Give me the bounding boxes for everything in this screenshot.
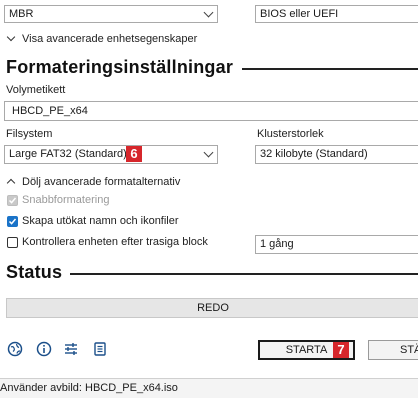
callout-badge-7: 7 xyxy=(333,342,349,358)
extended-label-checkbox[interactable] xyxy=(7,216,18,227)
filesystem-caption: Filsystem xyxy=(6,128,53,140)
partition-scheme-value: MBR xyxy=(9,8,34,20)
status-bar-text: Använder avbild: HBCD_PE_x64.iso xyxy=(0,382,178,394)
target-system-value: BIOS eller UEFI xyxy=(260,8,339,20)
status-bar: Använder avbild: HBCD_PE_x64.iso xyxy=(0,378,418,398)
log-icon[interactable] xyxy=(92,341,108,357)
progress-text: REDO xyxy=(197,302,229,314)
section-divider xyxy=(242,68,418,70)
check-bad-blocks-label: Kontrollera enheten efter trasiga block xyxy=(22,236,208,248)
cluster-size-select[interactable]: 32 kilobyte (Standard) xyxy=(255,145,418,164)
chevron-down-icon xyxy=(203,7,214,18)
passes-select[interactable]: 1 gång xyxy=(255,235,418,254)
chevron-down-icon xyxy=(203,147,214,158)
chevron-down-icon xyxy=(6,32,16,42)
hide-advanced-format-label: Dölj avancerade formatalternativ xyxy=(22,176,181,188)
close-button-label: STÄ xyxy=(400,344,418,356)
show-advanced-device-toggle[interactable]: Visa avancerade enhetsegenskaper xyxy=(6,32,198,45)
check-icon xyxy=(8,218,17,225)
settings-sliders-icon[interactable] xyxy=(63,341,79,357)
quick-format-label: Snabbformatering xyxy=(22,194,110,206)
info-icon[interactable] xyxy=(36,341,52,357)
progress-bar: REDO xyxy=(6,298,418,318)
callout-badge-6: 6 xyxy=(126,146,142,162)
check-icon xyxy=(8,197,17,204)
target-system-select[interactable]: BIOS eller UEFI xyxy=(255,5,418,23)
volume-label-input[interactable]: HBCD_PE_x64 xyxy=(4,101,418,121)
show-advanced-device-label: Visa avancerade enhetsegenskaper xyxy=(22,33,198,45)
check-bad-blocks-checkbox[interactable] xyxy=(7,237,18,248)
hide-advanced-format-toggle[interactable]: Dölj avancerade formatalternativ xyxy=(6,176,181,188)
cluster-size-value: 32 kilobyte (Standard) xyxy=(260,148,368,160)
partition-scheme-select[interactable]: MBR xyxy=(4,5,218,23)
volume-label-value: HBCD_PE_x64 xyxy=(12,105,88,117)
close-button[interactable]: STÄ xyxy=(368,340,418,360)
globe-icon[interactable] xyxy=(7,341,23,357)
filesystem-value: Large FAT32 (Standard) xyxy=(9,148,127,160)
volume-label-caption: Volymetikett xyxy=(6,84,66,96)
chevron-up-icon xyxy=(6,178,16,188)
passes-value: 1 gång xyxy=(260,238,294,250)
extended-label-label: Skapa utökat namn och ikonfiler xyxy=(22,215,179,227)
filesystem-select[interactable]: Large FAT32 (Standard) xyxy=(4,145,218,164)
cluster-size-caption: Klusterstorlek xyxy=(257,128,324,140)
section-divider xyxy=(70,273,418,275)
status-section-title: Status xyxy=(6,262,63,282)
quick-format-checkbox[interactable] xyxy=(7,195,18,206)
format-section-title: Formateringsinställningar xyxy=(6,57,234,77)
start-button-label: STARTA xyxy=(285,344,328,356)
